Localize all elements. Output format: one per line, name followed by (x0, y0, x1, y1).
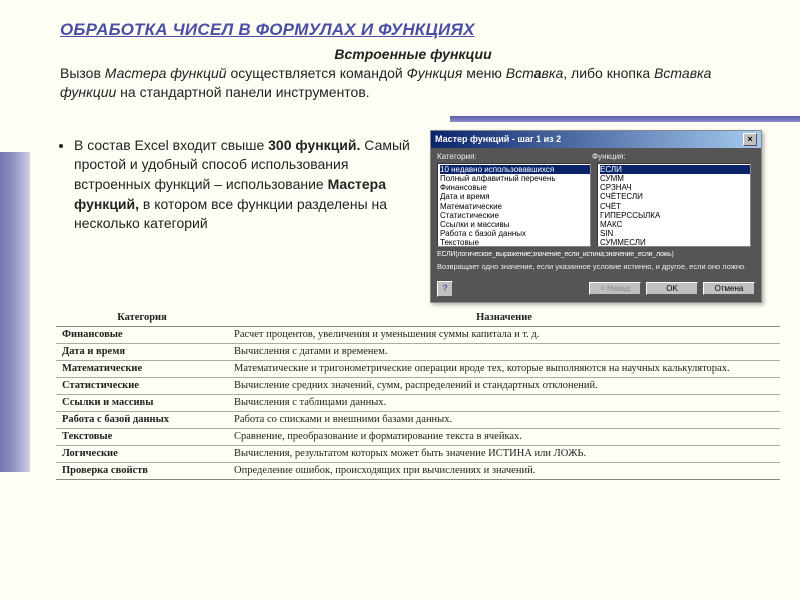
table-row: Проверка свойствОпределение ошибок, прои… (56, 462, 780, 479)
function-option[interactable]: ГИПЕРССЫЛКА (600, 211, 750, 220)
bullet-item: В состав Excel входит свыше 300 функций.… (74, 136, 420, 234)
category-option[interactable]: 10 недавно использовавшихся (440, 165, 590, 174)
function-listbox[interactable]: ЕСЛИСУММСРЗНАЧСЧЁТЕСЛИСЧЁТГИПЕРССЫЛКАМАК… (597, 163, 751, 247)
function-option[interactable]: СЧЁТ (600, 202, 750, 211)
cell-category: Дата и время (56, 343, 228, 360)
cell-category: Статистические (56, 377, 228, 394)
cell-category: Логические (56, 445, 228, 462)
cell-description: Определение ошибок, происходящих при выч… (228, 462, 780, 479)
category-option[interactable]: Дата и время (440, 192, 590, 201)
bullet-column: В состав Excel входит свыше 300 функций.… (60, 130, 420, 303)
function-option[interactable]: МАКС (600, 220, 750, 229)
side-accent-band (0, 152, 30, 472)
intro-text: осуществляется командой (227, 65, 407, 81)
page-title: ОБРАБОТКА ЧИСЕЛ В ФОРМУЛАХ И ФУНКЦИЯХ (60, 20, 766, 40)
function-syntax: ЕСЛИ(логическое_выражение;значение_если_… (437, 251, 755, 258)
intro-text: Функция (407, 65, 463, 81)
cell-description: Вычисление средних значений, сумм, распр… (228, 377, 780, 394)
function-hint: Возвращает одно значение, если указанное… (437, 262, 755, 271)
category-option[interactable]: Полный алфавитный перечень (440, 174, 590, 183)
cell-description: Сравнение, преобразование и форматирован… (228, 428, 780, 445)
cell-description: Вычисления, результатом которых может бы… (228, 445, 780, 462)
cancel-button[interactable]: Отмена (703, 282, 755, 295)
label-category: Категория: (437, 152, 592, 161)
category-option[interactable]: Работа с базой данных (440, 229, 590, 238)
cell-category: Математические (56, 360, 228, 377)
th-description: Назначение (228, 309, 780, 327)
category-option[interactable]: Ссылки и массивы (440, 220, 590, 229)
cell-description: Работа со списками и внешними базами дан… (228, 411, 780, 428)
help-icon[interactable]: ? (437, 281, 453, 297)
intro-text: Вызов (60, 65, 105, 81)
cell-category: Текстовые (56, 428, 228, 445)
back-button[interactable]: < Назад (589, 282, 641, 295)
category-option[interactable]: Финансовые (440, 183, 590, 192)
function-option[interactable]: СУММЕСЛИ (600, 238, 750, 247)
category-option[interactable]: Математические (440, 202, 590, 211)
label-function: Функция: (592, 152, 626, 161)
categories-table: Категория Назначение ФинансовыеРасчет пр… (56, 309, 780, 480)
table-row: ЛогическиеВычисления, результатом которы… (56, 445, 780, 462)
intro-text: Мастера функций (105, 65, 227, 81)
table-row: МатематическиеМатематические и тригономе… (56, 360, 780, 377)
dialog-titlebar: Мастер функций - шаг 1 из 2 × (431, 131, 761, 148)
page-subtitle: Встроенные функции (60, 46, 766, 62)
intro-text: , либо кнопка (563, 65, 654, 81)
category-option[interactable]: Статистические (440, 211, 590, 220)
dialog-title: Мастер функций - шаг 1 из 2 (435, 134, 561, 144)
cell-description: Расчет процентов, увеличения и уменьшени… (228, 326, 780, 343)
function-option[interactable]: СЧЁТЕСЛИ (600, 192, 750, 201)
table-row: СтатистическиеВычисление средних значени… (56, 377, 780, 394)
cell-description: Вычисления с датами и временем. (228, 343, 780, 360)
category-listbox[interactable]: 10 недавно использовавшихсяПолный алфави… (437, 163, 591, 247)
intro-text: Вставка (506, 65, 564, 81)
table-row: ФинансовыеРасчет процентов, увеличения и… (56, 326, 780, 343)
th-category: Категория (56, 309, 228, 327)
ok-button[interactable]: OK (646, 282, 698, 295)
category-option[interactable]: Текстовые (440, 238, 590, 247)
cell-description: Математические и тригонометрические опер… (228, 360, 780, 377)
cell-category: Работа с базой данных (56, 411, 228, 428)
table-row: Работа с базой данныхРабота со списками … (56, 411, 780, 428)
header: ОБРАБОТКА ЧИСЕЛ В ФОРМУЛАХ И ФУНКЦИЯХ Вс… (0, 0, 800, 110)
cell-category: Проверка свойств (56, 462, 228, 479)
function-wizard-dialog: Мастер функций - шаг 1 из 2 × Категория:… (430, 130, 762, 303)
function-option[interactable]: СУММ (600, 174, 750, 183)
table-row: Ссылки и массивыВычисления с таблицами д… (56, 394, 780, 411)
cell-category: Ссылки и массивы (56, 394, 228, 411)
intro-text: на стандартной панели инструментов. (116, 84, 369, 100)
function-option[interactable]: ЕСЛИ (600, 165, 750, 174)
cell-description: Вычисления с таблицами данных. (228, 394, 780, 411)
table-row: Дата и времяВычисления с датами и времен… (56, 343, 780, 360)
close-icon[interactable]: × (743, 133, 757, 146)
cell-category: Финансовые (56, 326, 228, 343)
intro-paragraph: Вызов Мастера функций осуществляется ком… (60, 64, 766, 102)
table-row: ТекстовыеСравнение, преобразование и фор… (56, 428, 780, 445)
function-option[interactable]: SIN (600, 229, 750, 238)
function-option[interactable]: СРЗНАЧ (600, 183, 750, 192)
intro-text: меню (462, 65, 505, 81)
